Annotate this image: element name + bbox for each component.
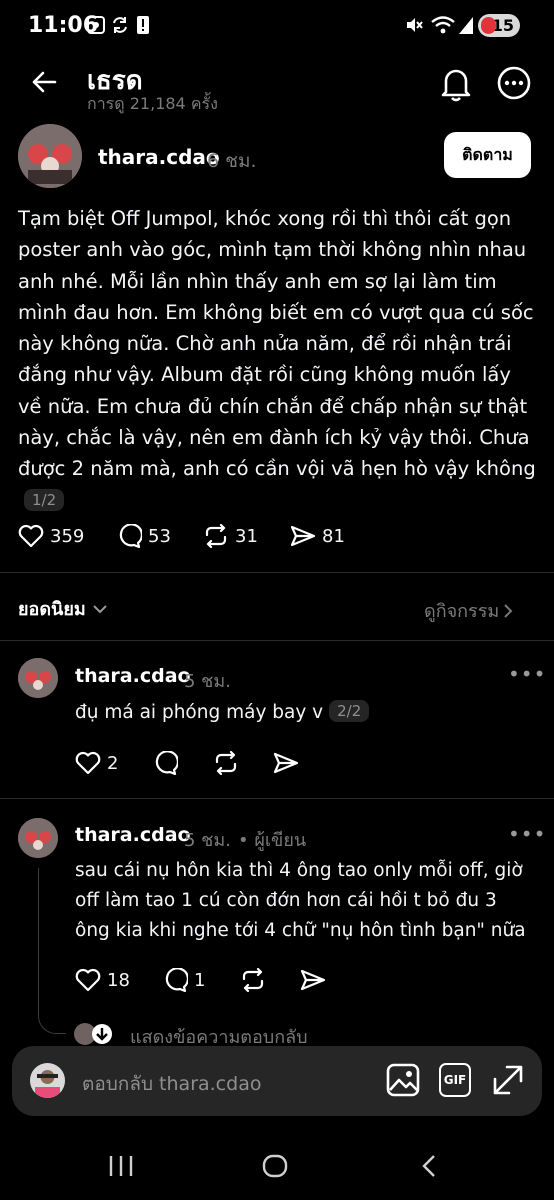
comment-icon: [116, 524, 142, 548]
mute-icon: [404, 15, 424, 35]
wifi-icon: [430, 15, 456, 35]
reply-input-placeholder: ตอบกลับ thara.cdao: [82, 1073, 262, 1095]
share-count: 81: [322, 525, 345, 547]
comment-icon: [152, 751, 178, 775]
divider: [0, 572, 554, 573]
repost-icon: [213, 751, 239, 775]
comment-button[interactable]: [152, 751, 178, 775]
battery-indicator: 15: [478, 14, 520, 37]
share-button[interactable]: [273, 751, 299, 775]
show-replies-button[interactable]: [74, 1021, 114, 1047]
post-username[interactable]: thara.cdao: [98, 145, 220, 169]
divider: [0, 798, 554, 799]
follow-button[interactable]: ติดตาม: [444, 132, 531, 178]
post-body: Tạm biệt Off Jumpol, khóc xong rồi thì t…: [18, 203, 538, 516]
gif-button[interactable]: GIF: [439, 1063, 471, 1097]
signal-icon: [458, 15, 474, 35]
share-button[interactable]: 81: [290, 524, 345, 548]
like-count: 2: [107, 752, 119, 774]
more-options-icon[interactable]: •••: [508, 822, 546, 846]
avatar[interactable]: [18, 124, 82, 188]
like-button[interactable]: 2: [75, 751, 118, 775]
thread-line: [38, 868, 39, 1018]
avatar: [30, 1063, 65, 1098]
repost-button[interactable]: [213, 751, 239, 775]
heart-icon: [75, 751, 101, 775]
repost-icon: [240, 968, 266, 992]
post-time: 6 ชม.: [207, 150, 257, 172]
reply-composer[interactable]: ตอบกลับ thara.cdao GIF: [12, 1046, 542, 1116]
like-button[interactable]: 18: [75, 968, 130, 992]
battery-saver-icon: [481, 17, 496, 34]
system-nav-bar: [0, 1130, 554, 1200]
back-arrow-icon[interactable]: [30, 68, 58, 96]
post-page-indicator: 1/2: [24, 488, 65, 511]
reply-text: đụ má ai phóng máy bay v: [75, 702, 324, 723]
reply-username[interactable]: thara.cdao: [75, 824, 191, 846]
author-tag: • ผู้เขียน: [238, 830, 307, 851]
screen-record-icon: [86, 15, 106, 35]
gif-label: GIF: [443, 1073, 467, 1087]
more-options-icon[interactable]: •••: [508, 662, 546, 686]
send-icon: [290, 524, 316, 548]
image-icon[interactable]: [386, 1063, 420, 1097]
divider: [0, 640, 554, 641]
repost-button[interactable]: [240, 968, 266, 992]
comment-icon: [162, 968, 188, 992]
alert-icon: [136, 15, 150, 35]
heart-icon: [75, 968, 101, 992]
expand-icon[interactable]: [491, 1063, 525, 1097]
bell-icon[interactable]: [440, 66, 472, 102]
like-count: 359: [50, 525, 85, 547]
reply-page-indicator: 2/2: [329, 700, 370, 722]
chevron-right-icon: [503, 603, 513, 619]
send-icon: [273, 751, 299, 775]
view-count: การดู 21,184 ครั้ง: [87, 94, 218, 113]
heart-icon: [18, 524, 44, 548]
like-button[interactable]: 359: [18, 524, 84, 548]
home-icon[interactable]: [262, 1154, 288, 1178]
repost-count: 31: [235, 525, 258, 547]
status-bar: 11:06 15: [0, 0, 554, 52]
share-button[interactable]: [300, 968, 326, 992]
avatar[interactable]: [18, 818, 58, 858]
reply-time: 5 ชม.: [184, 671, 231, 692]
reply-username[interactable]: thara.cdao: [75, 665, 191, 687]
like-count: 18: [107, 969, 130, 991]
view-activity-link[interactable]: ดูกิจกรรม: [424, 596, 513, 625]
arrow-down-icon: [92, 1024, 112, 1044]
recent-apps-icon[interactable]: [108, 1154, 134, 1178]
send-icon: [300, 968, 326, 992]
reply-time: 5 ชม.: [184, 830, 231, 851]
avatar[interactable]: [18, 658, 58, 698]
activity-label: ดูกิจกรรม: [424, 601, 500, 622]
back-nav-icon[interactable]: [420, 1154, 438, 1178]
reply-text: sau cái nụ hôn kia thì 4 ông tao only mỗ…: [75, 860, 526, 941]
more-options-icon[interactable]: [497, 66, 531, 100]
repost-icon: [203, 524, 229, 548]
comment-button[interactable]: 53: [116, 524, 171, 548]
comment-button[interactable]: 1: [162, 968, 205, 992]
repost-button[interactable]: 31: [203, 524, 258, 548]
reply-body: đụ má ai phóng máy bay v 2/2: [75, 698, 370, 728]
thread-connector: [38, 1000, 66, 1034]
chevron-down-icon: [92, 603, 108, 615]
sync-icon: [110, 15, 130, 35]
post-text: Tạm biệt Off Jumpol, khóc xong rồi thì t…: [18, 207, 536, 481]
sort-label: ยอดนิยม: [18, 599, 86, 620]
comment-count: 1: [194, 969, 206, 991]
comment-count: 53: [148, 525, 171, 547]
sort-dropdown[interactable]: ยอดนิยม: [18, 594, 108, 623]
